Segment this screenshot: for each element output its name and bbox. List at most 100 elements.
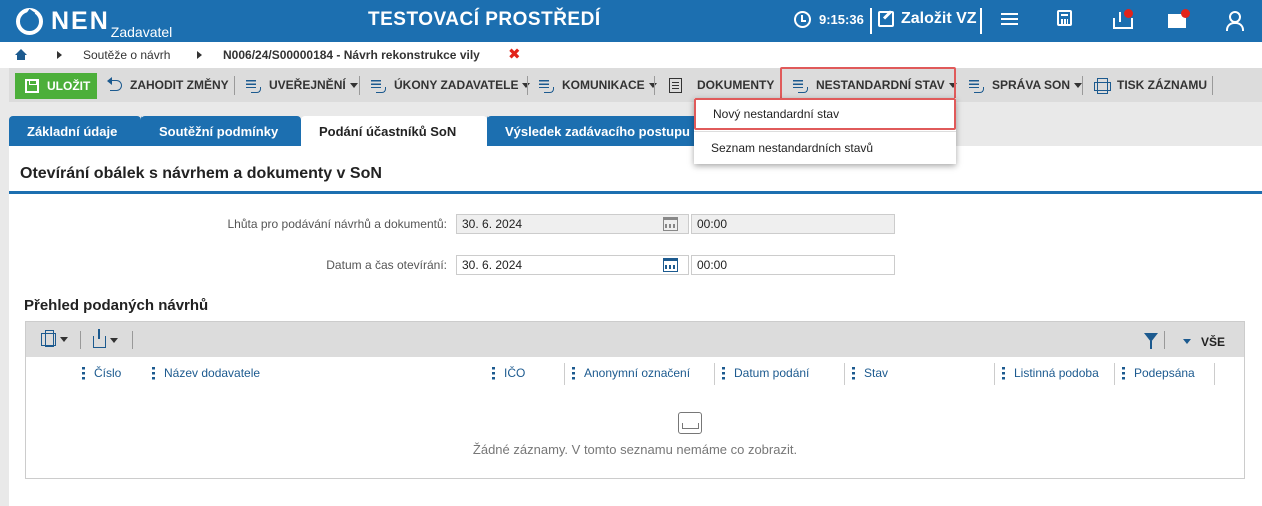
deadline-date-value: 30. 6. 2024 bbox=[462, 217, 523, 231]
menu-item-nonstandard-state-list[interactable]: Seznam nestandardních stavů bbox=[694, 132, 956, 164]
grid-toolbar-divider bbox=[1164, 331, 1165, 349]
actions-label: ÚKONY ZADAVATELE bbox=[394, 78, 519, 92]
documents-button[interactable]: DOKUMENTY bbox=[669, 68, 774, 102]
opening-time-value: 00:00 bbox=[697, 258, 728, 272]
caret-down-icon[interactable] bbox=[1183, 339, 1191, 344]
deadline-label: Lhůta pro podávání návrhů a dokumentů: bbox=[227, 217, 448, 231]
column-header-status[interactable]: Stav bbox=[852, 366, 888, 380]
grid-print-menu[interactable] bbox=[41, 330, 68, 347]
chevron-right-icon bbox=[57, 51, 62, 59]
environment-title: TESTOVACÍ PROSTŘEDÍ bbox=[368, 9, 601, 30]
column-header-number[interactable]: Číslo bbox=[82, 366, 121, 380]
communication-label: KOMUNIKACE bbox=[562, 78, 645, 92]
inbox-notification-dot bbox=[1124, 9, 1133, 18]
filter-icon[interactable] bbox=[1144, 333, 1158, 349]
column-divider bbox=[714, 363, 715, 385]
mail-notification-dot bbox=[1181, 9, 1190, 18]
column-label: Podepsána bbox=[1134, 366, 1195, 380]
section-title: Otevírání obálek s návrhem a dokumenty v… bbox=[20, 165, 382, 182]
breadcrumb-item-current: N006/24/S00000184 - Návrh rekonstrukce v… bbox=[223, 48, 480, 62]
home-icon[interactable] bbox=[15, 49, 27, 60]
column-header-paper-form[interactable]: Listinná podoba bbox=[1002, 366, 1099, 380]
toolbar-divider bbox=[234, 76, 235, 95]
tab-procurement-result[interactable]: Výsledek zadávacího postupu bbox=[487, 116, 703, 146]
menu-item-new-nonstandard-state[interactable]: Nový nestandardní stav bbox=[694, 98, 956, 130]
pencil-icon bbox=[878, 11, 894, 27]
view-all-toggle[interactable]: VŠE bbox=[1201, 335, 1225, 349]
discard-changes-button[interactable]: ZAHODIT ZMĚNY bbox=[107, 68, 229, 102]
toolbar-divider bbox=[654, 76, 655, 95]
empty-inbox-icon bbox=[678, 412, 702, 434]
opening-date-value: 30. 6. 2024 bbox=[462, 258, 523, 272]
opening-date-field[interactable]: 30. 6. 2024 bbox=[456, 255, 689, 275]
export-icon bbox=[93, 329, 106, 348]
column-divider bbox=[844, 363, 845, 385]
column-menu-icon[interactable] bbox=[722, 366, 725, 380]
chevron-right-icon bbox=[197, 51, 202, 59]
close-icon[interactable]: ✖ bbox=[508, 45, 521, 63]
tab-label: Podání účastníků SoN bbox=[319, 123, 457, 139]
list-icon bbox=[246, 78, 261, 93]
save-label: ULOŽIT bbox=[47, 79, 91, 93]
grid-toolbar-divider bbox=[80, 331, 81, 349]
tab-participant-submissions[interactable]: Podání účastníků SoN bbox=[301, 116, 487, 146]
tab-label: Soutěžní podmínky bbox=[159, 123, 279, 139]
grid-toolbar: VŠE bbox=[26, 322, 1244, 357]
breadcrumb-item-competitions[interactable]: Soutěže o návrh bbox=[83, 48, 170, 62]
deadline-time-field: 00:00 bbox=[691, 214, 895, 234]
column-header-supplier-name[interactable]: Název dodavatele bbox=[152, 366, 260, 380]
column-menu-icon[interactable] bbox=[1002, 366, 1005, 380]
caret-down-icon bbox=[648, 82, 657, 88]
column-divider bbox=[1114, 363, 1115, 385]
submissions-grid: VŠE Číslo Název dodavatele IČO Anonymní … bbox=[25, 321, 1245, 479]
column-header-submission-date[interactable]: Datum podání bbox=[722, 366, 809, 380]
menu-icon[interactable] bbox=[999, 10, 1021, 32]
opening-time-field[interactable]: 00:00 bbox=[691, 255, 895, 275]
document-icon bbox=[669, 77, 682, 93]
calendar-icon[interactable] bbox=[663, 258, 678, 272]
tab-competition-conditions[interactable]: Soutěžní podmínky bbox=[141, 116, 301, 146]
discard-label: ZAHODIT ZMĚNY bbox=[130, 78, 229, 92]
create-vz-button[interactable]: Založit VZ bbox=[878, 10, 977, 28]
nen-logo[interactable]: NEN Zadavatel bbox=[16, 5, 172, 40]
list-icon bbox=[539, 78, 554, 93]
column-menu-icon[interactable] bbox=[492, 366, 495, 380]
print-label: TISK ZÁZNAMU bbox=[1117, 78, 1207, 92]
calculator-icon[interactable] bbox=[1057, 10, 1072, 26]
column-header-signed[interactable]: Podepsána bbox=[1122, 366, 1195, 380]
save-button[interactable]: ULOŽIT bbox=[15, 73, 97, 99]
documents-label: DOKUMENTY bbox=[697, 78, 775, 92]
column-menu-icon[interactable] bbox=[82, 366, 85, 380]
tab-label: Výsledek zadávacího postupu bbox=[505, 123, 690, 139]
column-header-ico[interactable]: IČO bbox=[492, 366, 525, 380]
print-icon bbox=[1094, 78, 1111, 94]
opening-label: Datum a čas otevírání: bbox=[326, 258, 447, 272]
communication-menu[interactable]: KOMUNIKACE bbox=[539, 68, 657, 102]
column-menu-icon[interactable] bbox=[1122, 366, 1125, 380]
calendar-icon bbox=[663, 217, 678, 231]
action-toolbar: ULOŽIT ZAHODIT ZMĚNY UVEŘEJNĚNÍ ÚKONY ZA… bbox=[9, 68, 1262, 102]
column-header-anonymous-id[interactable]: Anonymní označení bbox=[572, 366, 690, 380]
breadcrumb: Soutěže o návrh N006/24/S00000184 - Návr… bbox=[0, 42, 1262, 68]
column-menu-icon[interactable] bbox=[572, 366, 575, 380]
column-label: Listinná podoba bbox=[1014, 366, 1099, 380]
top-header: NEN Zadavatel TESTOVACÍ PROSTŘEDÍ 9:15:3… bbox=[0, 0, 1262, 42]
logo-text: NEN bbox=[51, 7, 110, 35]
header-divider bbox=[870, 8, 872, 34]
user-icon[interactable] bbox=[1224, 10, 1246, 32]
grid-export-menu[interactable] bbox=[93, 329, 118, 348]
print-record-button[interactable]: TISK ZÁZNAMU bbox=[1094, 68, 1207, 102]
son-admin-label: SPRÁVA SON bbox=[992, 78, 1071, 92]
grid-toolbar-divider bbox=[132, 331, 133, 349]
submissions-overview-title: Přehled podaných návrhů bbox=[24, 297, 209, 314]
son-admin-menu[interactable]: SPRÁVA SON bbox=[969, 68, 1083, 102]
empty-state-text: Žádné záznamy. V tomto seznamu nemáme co… bbox=[472, 442, 798, 457]
contracting-actions-menu[interactable]: ÚKONY ZADAVATELE bbox=[371, 68, 531, 102]
column-label: Číslo bbox=[94, 366, 122, 380]
column-divider bbox=[994, 363, 995, 385]
column-menu-icon[interactable] bbox=[852, 366, 855, 380]
deadline-date-field: 30. 6. 2024 bbox=[456, 214, 689, 234]
publish-menu[interactable]: UVEŘEJNĚNÍ bbox=[246, 68, 358, 102]
column-menu-icon[interactable] bbox=[152, 366, 155, 380]
tab-basic-info[interactable]: Základní údaje bbox=[9, 116, 141, 146]
